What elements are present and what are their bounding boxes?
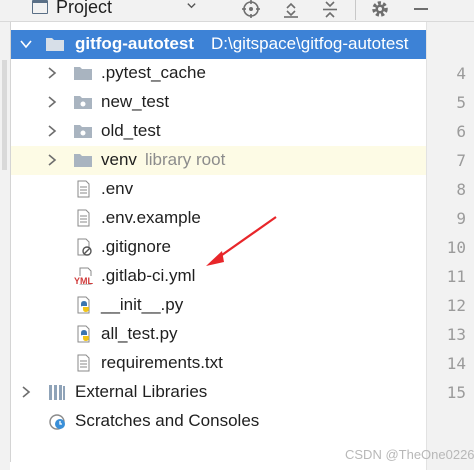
- line-number: 12: [446, 296, 466, 315]
- project-toolbar: Project: [0, 0, 474, 22]
- tree-item-label: .env.example: [101, 208, 201, 227]
- left-tool-strip: [0, 22, 10, 470]
- line-number: 15: [446, 383, 466, 402]
- tree-row-folder[interactable]: venv library root: [11, 146, 427, 175]
- tree-row-file[interactable]: YML .gitlab-ci.yml: [11, 262, 427, 291]
- tree-row-scratches[interactable]: Scratches and Consoles: [11, 407, 427, 436]
- chevron-right-icon[interactable]: [45, 153, 59, 167]
- project-view-icon: [32, 0, 48, 14]
- tree-item-label: all_test.py: [101, 324, 178, 343]
- toolbar-separator: [355, 0, 356, 20]
- line-number: 9: [456, 209, 466, 228]
- text-file-icon: [77, 209, 90, 227]
- tree-item-label: .env: [101, 179, 134, 198]
- package-folder-icon: [74, 125, 92, 138]
- locate-target-icon[interactable]: [240, 0, 262, 20]
- tree-item-path: D:\gitspace\gitfog-autotest: [211, 34, 409, 53]
- tree-item-label: __init__.py: [101, 295, 184, 314]
- tree-item-label: Scratches and Consoles: [75, 411, 260, 430]
- line-number: 7: [456, 151, 466, 170]
- tree-row-file[interactable]: all_test.py: [11, 320, 427, 349]
- tree-row-folder[interactable]: .pytest_cache: [11, 59, 427, 88]
- tree-item-label: .gitignore: [101, 237, 171, 256]
- chevron-right-icon[interactable]: [19, 385, 33, 399]
- tree-item-label: .gitlab-ci.yml: [101, 266, 196, 285]
- line-number: 6: [456, 122, 466, 141]
- tree-item-label: old_test: [101, 121, 161, 140]
- tree-row-file[interactable]: __init__.py: [11, 291, 427, 320]
- tree-item-label: .pytest_cache: [101, 63, 206, 82]
- tree-item-label: new_test: [101, 92, 170, 111]
- tree-row-package[interactable]: new_test: [11, 88, 427, 117]
- chevron-down-icon[interactable]: [19, 37, 33, 51]
- text-file-icon: [77, 180, 90, 198]
- line-number: 14: [446, 354, 466, 373]
- package-folder-icon: [74, 96, 92, 109]
- tree-row-file[interactable]: requirements.txt: [11, 349, 427, 378]
- python-file-icon: [77, 325, 90, 343]
- library-root-label: library root: [145, 150, 226, 169]
- editor-gutter: 4 5 6 7 8 9 10 11 12 13 14 15: [426, 22, 474, 470]
- minimize-icon[interactable]: [410, 0, 432, 20]
- chevron-down-icon[interactable]: [186, 0, 197, 11]
- ignore-file-icon: [77, 238, 92, 256]
- line-number: 4: [456, 64, 466, 83]
- chevron-right-icon[interactable]: [45, 95, 59, 109]
- folder-icon: [74, 154, 92, 167]
- folder-icon: [46, 38, 64, 51]
- line-number: 5: [456, 93, 466, 112]
- tree-item-label: gitfog-autotest: [75, 34, 194, 53]
- gear-icon[interactable]: [369, 0, 391, 20]
- tree-row-file[interactable]: .env.example: [11, 204, 427, 233]
- libraries-icon: [49, 385, 65, 400]
- expand-all-icon[interactable]: [280, 0, 302, 20]
- python-file-icon: [77, 296, 90, 314]
- tree-row-file[interactable]: .env: [11, 175, 427, 204]
- chevron-right-icon[interactable]: [45, 124, 59, 138]
- tree-row-external-libraries[interactable]: External Libraries: [11, 378, 427, 407]
- yaml-badge: YML: [74, 276, 93, 286]
- tree-row-package[interactable]: old_test: [11, 117, 427, 146]
- tool-window-stripe[interactable]: [2, 60, 7, 170]
- text-file-icon: [77, 354, 90, 372]
- line-number: 11: [446, 267, 466, 286]
- line-number: 8: [456, 180, 466, 199]
- watermark: CSDN @TheOne0226: [345, 447, 474, 462]
- tree-item-label: requirements.txt: [101, 353, 223, 372]
- project-tree: gitfog-autotest D:\gitspace\gitfog-autot…: [10, 22, 427, 462]
- folder-icon: [74, 67, 92, 80]
- line-number: 10: [446, 238, 466, 257]
- tree-row-file[interactable]: .gitignore: [11, 233, 427, 262]
- tree-item-label: External Libraries: [75, 382, 208, 401]
- tree-row-root[interactable]: gitfog-autotest D:\gitspace\gitfog-autot…: [11, 30, 427, 59]
- project-view-label[interactable]: Project: [56, 0, 112, 18]
- chevron-right-icon[interactable]: [45, 66, 59, 80]
- tree-item-label: venv: [101, 150, 137, 169]
- collapse-all-icon[interactable]: [319, 0, 341, 20]
- line-number: 13: [446, 325, 466, 344]
- scratches-icon: [49, 414, 65, 430]
